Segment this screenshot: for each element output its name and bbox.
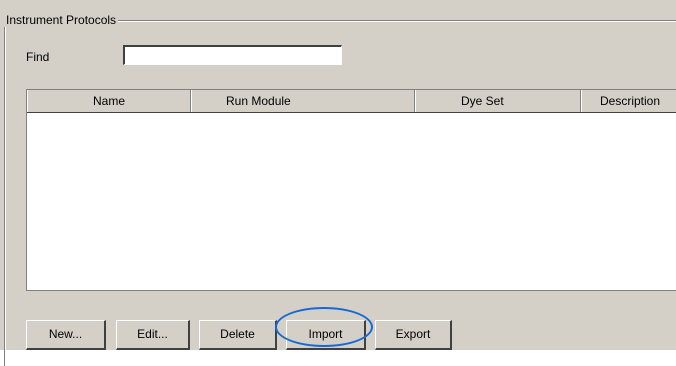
edit-button[interactable]: Edit... bbox=[116, 320, 190, 350]
table-header: Name Run Module Dye Set Description bbox=[27, 90, 676, 113]
column-header-run-module[interactable]: Run Module bbox=[191, 90, 415, 112]
protocols-table: Name Run Module Dye Set Description bbox=[26, 89, 676, 291]
delete-button[interactable]: Delete bbox=[199, 320, 277, 350]
column-header-dye-set[interactable]: Dye Set bbox=[415, 90, 581, 112]
table-body[interactable] bbox=[27, 113, 676, 290]
group-title: Instrument Protocols bbox=[4, 13, 119, 27]
find-label: Find bbox=[26, 50, 50, 64]
new-button[interactable]: New... bbox=[26, 320, 106, 350]
export-button[interactable]: Export bbox=[375, 320, 452, 350]
find-input[interactable] bbox=[123, 45, 342, 65]
column-header-description[interactable]: Description bbox=[581, 90, 676, 112]
instrument-protocols-panel: Instrument Protocols Find Name Run Modul… bbox=[0, 0, 676, 366]
import-button[interactable]: Import bbox=[286, 320, 366, 350]
column-header-name[interactable]: Name bbox=[27, 90, 191, 112]
